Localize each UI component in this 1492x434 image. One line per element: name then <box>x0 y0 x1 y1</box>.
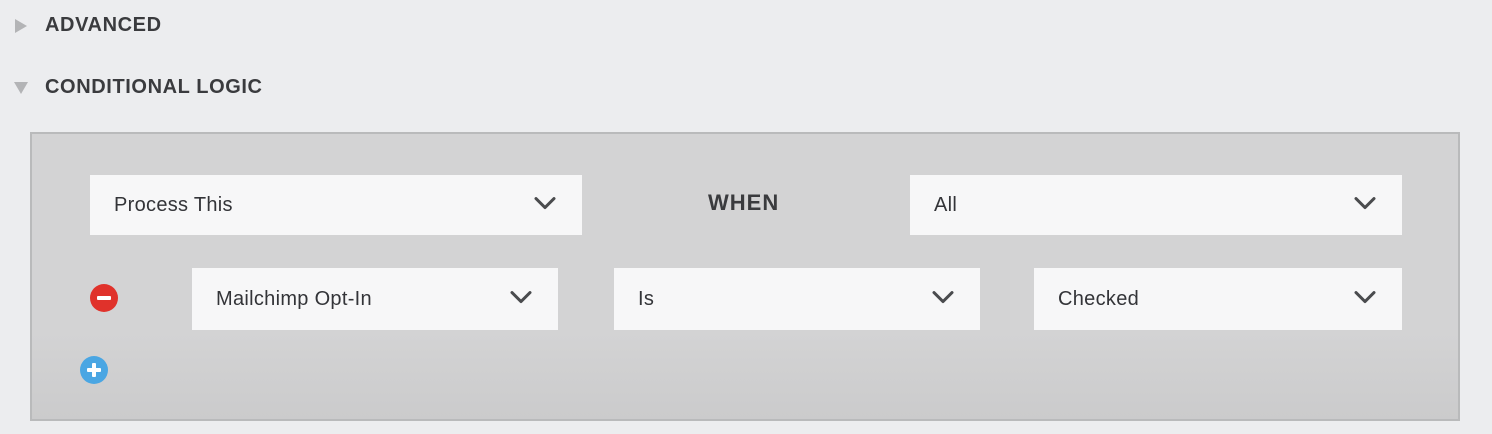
action-select[interactable]: Process This <box>90 175 582 235</box>
condition-field-value: Mailchimp Opt-In <box>216 287 372 310</box>
advanced-section-header[interactable]: ADVANCED <box>14 14 162 37</box>
action-select-value: Process This <box>114 193 233 216</box>
triangle-right-icon <box>14 18 28 33</box>
condition-operator-select[interactable]: Is <box>614 268 980 330</box>
plus-icon <box>92 363 96 377</box>
condition-value-value: Checked <box>1058 287 1140 310</box>
conditional-logic-panel: Process This WHEN All Mailchimp Opt-In I… <box>30 132 1460 421</box>
condition-field-select[interactable]: Mailchimp Opt-In <box>192 268 558 330</box>
match-select[interactable]: All <box>910 175 1402 235</box>
chevron-down-icon <box>932 291 954 304</box>
add-condition-button[interactable] <box>80 356 108 384</box>
condition-value-select[interactable]: Checked <box>1034 268 1402 330</box>
condition-operator-value: Is <box>638 287 655 310</box>
minus-icon <box>97 296 111 300</box>
match-select-value: All <box>934 193 958 216</box>
chevron-down-icon <box>510 291 532 304</box>
conditional-logic-section-header[interactable]: CONDITIONAL LOGIC <box>14 76 263 99</box>
remove-condition-button[interactable] <box>90 284 118 312</box>
when-label: WHEN <box>708 190 780 215</box>
chevron-down-icon <box>1354 197 1376 210</box>
triangle-down-icon <box>14 81 28 95</box>
advanced-section-title: ADVANCED <box>45 14 162 36</box>
conditional-logic-section-title: CONDITIONAL LOGIC <box>45 76 263 98</box>
chevron-down-icon <box>1354 291 1376 304</box>
chevron-down-icon <box>534 197 556 210</box>
